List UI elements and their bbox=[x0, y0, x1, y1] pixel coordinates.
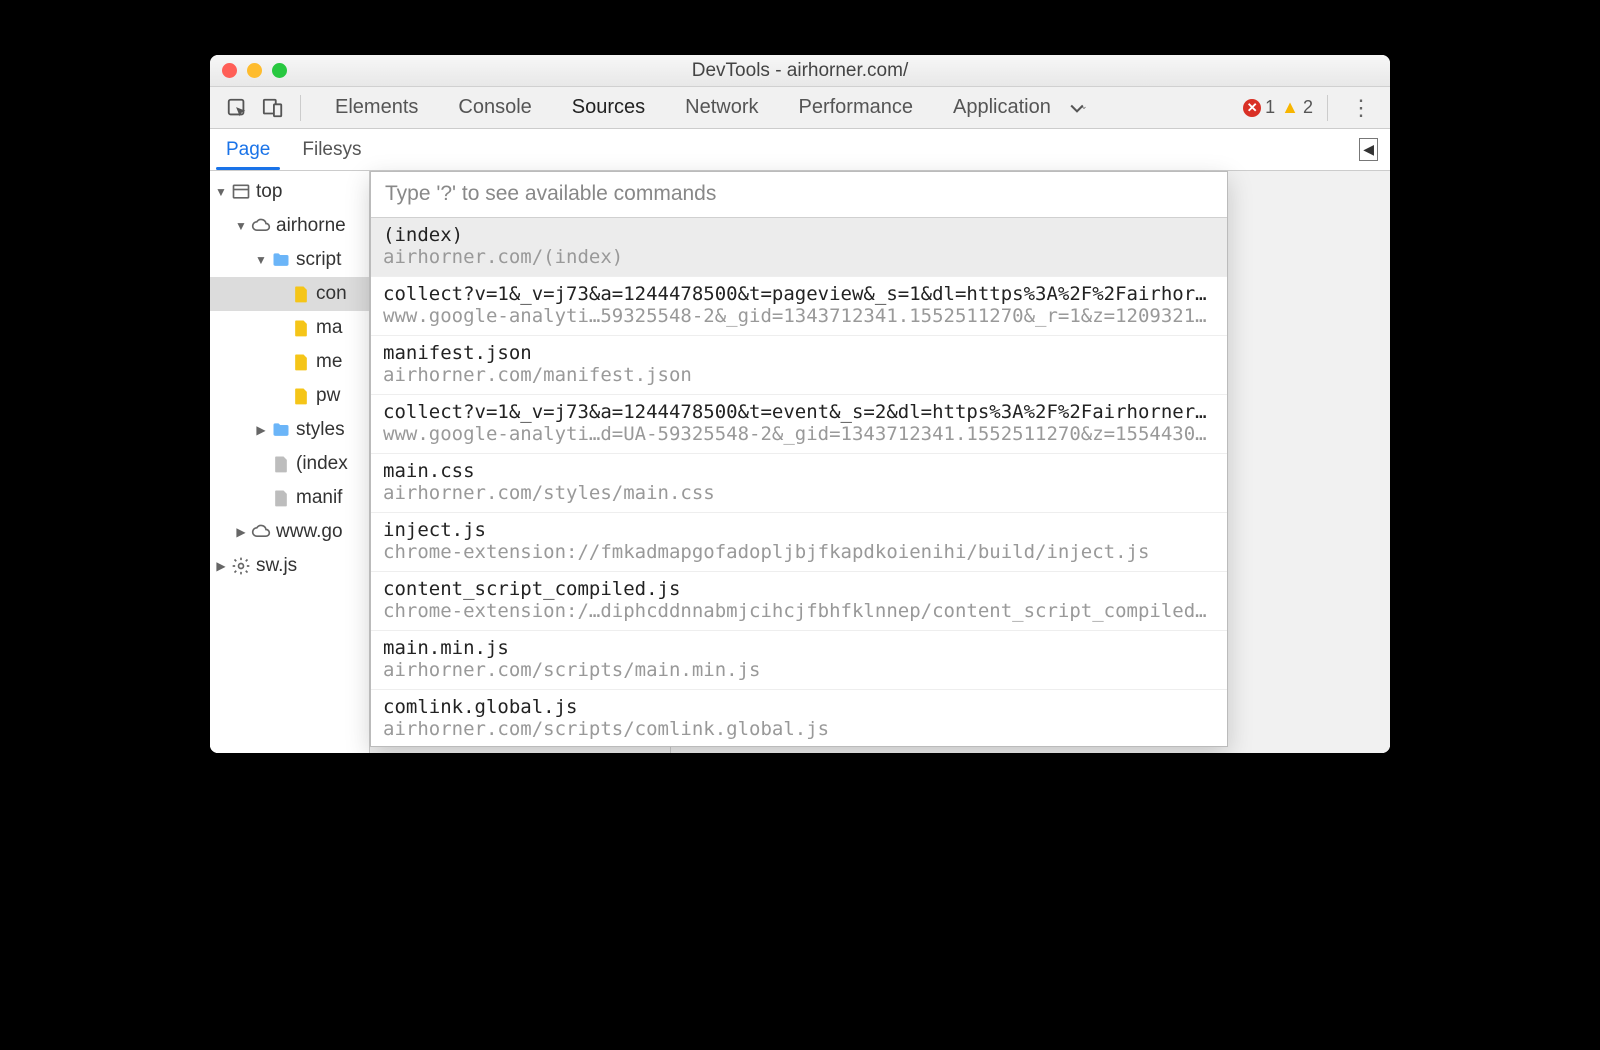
command-result[interactable]: content_script_compiled.jschrome-extensi… bbox=[371, 572, 1227, 631]
panel-body: PageFilesys ◀ ▼ top ▼ airhorne ▼ script con ma m… bbox=[210, 129, 1390, 753]
result-title: comlink.global.js bbox=[383, 696, 1215, 718]
result-subtitle: chrome-extension://fmkadmapgofadopljbjfk… bbox=[383, 541, 1215, 563]
tree-item-label: ma bbox=[316, 317, 342, 339]
tree-item-label: manif bbox=[296, 487, 342, 509]
device-icon[interactable] bbox=[260, 97, 286, 119]
result-subtitle: airhorner.com/scripts/comlink.global.js bbox=[383, 718, 1215, 740]
command-result[interactable]: collect?v=1&_v=j73&a=1244478500&t=pagevi… bbox=[371, 277, 1227, 336]
chevron-right-icon[interactable]: ▶ bbox=[254, 423, 268, 437]
jsfile-icon bbox=[290, 386, 312, 406]
result-subtitle: airhorner.com/scripts/main.min.js bbox=[383, 659, 1215, 681]
command-result[interactable]: comlink.global.jsairhorner.com/scripts/c… bbox=[371, 690, 1227, 746]
cloud-icon bbox=[250, 522, 272, 542]
result-subtitle: chrome-extension:/…diphcddnnabmjcihcjfbh… bbox=[383, 600, 1215, 622]
doc-icon bbox=[270, 454, 292, 474]
chevron-down-icon[interactable]: ▼ bbox=[254, 253, 268, 267]
inspect-icon[interactable] bbox=[224, 97, 250, 119]
file-tree: ▼ top ▼ airhorne ▼ script con ma me pw ▶ styles (ind… bbox=[210, 171, 370, 753]
separator bbox=[1327, 95, 1328, 121]
chevron-right-icon[interactable]: ▶ bbox=[214, 559, 228, 573]
tree-item[interactable]: pw bbox=[210, 379, 369, 413]
tree-item[interactable]: me bbox=[210, 345, 369, 379]
command-menu: (index)airhorner.com/(index) collect?v=1&… bbox=[370, 171, 1228, 747]
result-title: inject.js bbox=[383, 519, 1215, 541]
tree-item[interactable]: ma bbox=[210, 311, 369, 345]
tree-item-label: (index bbox=[296, 453, 348, 475]
separator bbox=[300, 95, 301, 121]
result-subtitle: airhorner.com/styles/main.css bbox=[383, 482, 1215, 504]
error-icon: ✕ bbox=[1243, 99, 1261, 117]
result-subtitle: airhorner.com/manifest.json bbox=[383, 364, 1215, 386]
tree-item-label: styles bbox=[296, 419, 345, 441]
result-title: manifest.json bbox=[383, 342, 1215, 364]
tree-item[interactable]: ▼ top bbox=[210, 175, 369, 209]
tree-item[interactable]: (index bbox=[210, 447, 369, 481]
tab-application[interactable]: Application bbox=[933, 96, 1071, 119]
toggle-drawer-icon[interactable]: ◀ bbox=[1359, 138, 1378, 161]
subtab-filesys[interactable]: Filesys bbox=[286, 129, 377, 170]
result-title: main.css bbox=[383, 460, 1215, 482]
jsfile-icon bbox=[290, 352, 312, 372]
chevron-down-icon[interactable]: ▼ bbox=[234, 219, 248, 233]
cloud-icon bbox=[250, 216, 272, 236]
tree-item-label: airhorne bbox=[276, 215, 346, 237]
devtools-window: DevTools - airhorner.com/ ElementsConsol… bbox=[210, 55, 1390, 753]
tree-item[interactable]: ▼ script bbox=[210, 243, 369, 277]
result-subtitle: www.google-analyti…59325548-2&_gid=13437… bbox=[383, 305, 1215, 327]
tab-console[interactable]: Console bbox=[438, 96, 551, 119]
command-input[interactable] bbox=[371, 172, 1227, 218]
warning-icon: ▲ bbox=[1281, 97, 1299, 118]
tree-item-label: con bbox=[316, 283, 347, 305]
result-title: (index) bbox=[383, 224, 1215, 246]
doc-icon bbox=[270, 488, 292, 508]
tree-item-label: pw bbox=[316, 385, 340, 407]
window-title: DevTools - airhorner.com/ bbox=[210, 60, 1390, 82]
result-title: content_script_compiled.js bbox=[383, 578, 1215, 600]
tree-item-label: sw.js bbox=[256, 555, 297, 577]
error-count[interactable]: ✕ 1 bbox=[1243, 97, 1275, 118]
result-title: collect?v=1&_v=j73&a=1244478500&t=pagevi… bbox=[383, 283, 1215, 305]
tree-item[interactable]: manif bbox=[210, 481, 369, 515]
result-title: main.min.js bbox=[383, 637, 1215, 659]
folder-icon bbox=[270, 250, 292, 270]
titlebar: DevTools - airhorner.com/ bbox=[210, 55, 1390, 87]
command-result[interactable]: (index)airhorner.com/(index) bbox=[371, 218, 1227, 277]
tree-item[interactable]: ▶ styles bbox=[210, 413, 369, 447]
tab-elements[interactable]: Elements bbox=[315, 96, 438, 119]
command-results: (index)airhorner.com/(index) collect?v=1&… bbox=[371, 218, 1227, 746]
tree-item[interactable]: con bbox=[210, 277, 369, 311]
chevron-down-icon[interactable]: ▼ bbox=[214, 185, 228, 199]
menu-icon[interactable]: ⋮ bbox=[1342, 95, 1380, 121]
command-result[interactable]: manifest.jsonairhorner.com/manifest.json bbox=[371, 336, 1227, 395]
tree-item[interactable]: ▶ www.go bbox=[210, 515, 369, 549]
gear-icon bbox=[230, 556, 252, 576]
sources-subbar: PageFilesys ◀ bbox=[210, 129, 1390, 171]
chevron-right-icon[interactable]: ▶ bbox=[234, 525, 248, 539]
window-icon bbox=[230, 182, 252, 202]
command-result[interactable]: main.min.jsairhorner.com/scripts/main.mi… bbox=[371, 631, 1227, 690]
tree-item[interactable]: ▶ sw.js bbox=[210, 549, 369, 583]
jsfile-icon bbox=[290, 318, 312, 338]
subtab-page[interactable]: Page bbox=[210, 129, 286, 170]
tab-sources[interactable]: Sources bbox=[552, 96, 665, 119]
tree-item[interactable]: ▼ airhorne bbox=[210, 209, 369, 243]
tree-item-label: me bbox=[316, 351, 342, 373]
result-subtitle: airhorner.com/(index) bbox=[383, 246, 1215, 268]
tree-item-label: www.go bbox=[276, 521, 343, 543]
main-toolbar: ElementsConsoleSourcesNetworkPerformance… bbox=[210, 87, 1390, 129]
result-subtitle: www.google-analyti…d=UA-59325548-2&_gid=… bbox=[383, 423, 1215, 445]
tab-performance[interactable]: Performance bbox=[779, 96, 934, 119]
warning-count[interactable]: ▲ 2 bbox=[1281, 97, 1313, 118]
tree-item-label: script bbox=[296, 249, 341, 271]
tab-network[interactable]: Network bbox=[665, 96, 778, 119]
tree-item-label: top bbox=[256, 181, 282, 203]
command-result[interactable]: main.cssairhorner.com/styles/main.css bbox=[371, 454, 1227, 513]
more-tabs-icon[interactable] bbox=[1081, 98, 1107, 118]
result-title: collect?v=1&_v=j73&a=1244478500&t=event&… bbox=[383, 401, 1215, 423]
command-result[interactable]: collect?v=1&_v=j73&a=1244478500&t=event&… bbox=[371, 395, 1227, 454]
command-result[interactable]: inject.jschrome-extension://fmkadmapgofa… bbox=[371, 513, 1227, 572]
folder-icon bbox=[270, 420, 292, 440]
jsfile-icon bbox=[290, 284, 312, 304]
